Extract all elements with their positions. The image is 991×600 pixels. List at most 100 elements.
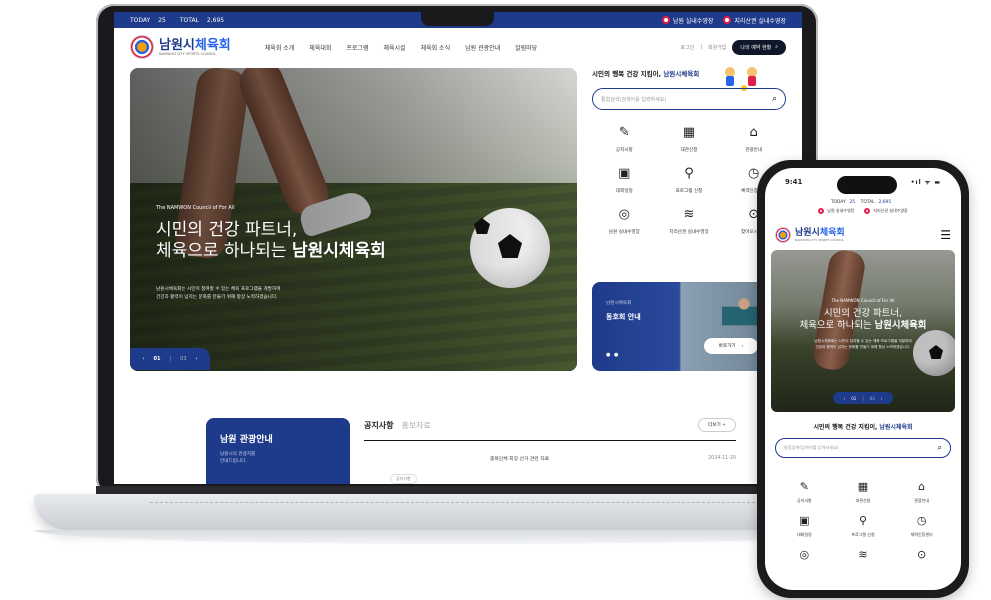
- pager-divider: |: [862, 395, 864, 401]
- phone-logo[interactable]: 남원시체육회 NAMWON CITY SPORTS COUNCIL: [795, 227, 845, 242]
- phone-jirisan-pool-link[interactable]: 지리산권 실내수영장: [864, 208, 908, 214]
- news-item-badge: 공지사항: [390, 474, 417, 484]
- nav-item-notices[interactable]: 알림마당: [515, 43, 537, 52]
- search-icon[interactable]: ⌕: [772, 94, 777, 104]
- dynamic-island: [837, 176, 897, 194]
- my-reservation-button[interactable]: 나의 예약 현황 ⌕: [732, 39, 786, 55]
- tour-icon: ⌂: [918, 479, 926, 493]
- nav-item-events[interactable]: 체육대회: [309, 43, 331, 52]
- quick-item-rental[interactable]: ▦ 대관신청: [657, 122, 722, 154]
- swim-icon: ◎: [799, 547, 810, 561]
- quick-item-tourism[interactable]: ⌂ 관광안내: [721, 122, 786, 154]
- phone-visitor-counter: TODAY 25 TOTAL 2,695: [765, 200, 961, 205]
- pool-links: 남원 실내수영장 지리산권 실내수영장: [661, 16, 786, 25]
- hero-description: 남원시체육회는 시민이 참여할 수 있는 체육 프로그램을 개발하여 건강과 활…: [156, 286, 386, 302]
- quick-item-namwon-pool[interactable]: ◎ 남원 실내수영장: [592, 204, 657, 236]
- search-icon[interactable]: ⌕: [938, 443, 942, 453]
- phone-search-placeholder: 통합검색(검색어를 입력하세요): [784, 445, 839, 450]
- phone-quick-schedule[interactable]: ▣ 대회일정: [775, 512, 834, 538]
- more-button[interactable]: 더보기 +: [698, 418, 736, 432]
- namwon-pool-link[interactable]: 남원 실내수영장: [661, 16, 713, 25]
- phone-hero-desc: 남원시체육회는 시민이 참여할 수 있는 체육 프로그램을 개발하여 건강과 활…: [781, 338, 945, 350]
- signal-wifi-battery-icon: •ıl ᯤ ▬: [910, 179, 941, 186]
- logo-text: 남원시체육회: [159, 39, 231, 52]
- phone-quick-directions[interactable]: ⊙: [892, 546, 951, 562]
- tour-icon: ⌂: [749, 124, 758, 140]
- quick-item-jirisan-pool[interactable]: ≋ 지리산권 실내수영장: [657, 204, 722, 236]
- total-value: 2,695: [206, 16, 225, 24]
- phone-next-slide-button[interactable]: ›: [881, 396, 883, 401]
- pool-icon: ≋: [683, 206, 695, 222]
- phone-quick-rental[interactable]: ▦ 대관신청: [834, 478, 893, 504]
- phone-logo-accent: 체육회: [819, 227, 845, 238]
- quick-item-label: 관광안내: [745, 148, 763, 153]
- hero-title-line2-pre: 체육으로 하나되는: [156, 241, 292, 262]
- phone-quick-title-pre: 시민의 행복 건강 지킴이,: [813, 424, 880, 431]
- promo-go-button[interactable]: 바로가기 ›: [704, 338, 758, 354]
- phone-today-value: 25: [849, 200, 856, 205]
- phone-quick-program[interactable]: ⚲ 프로그램 신청: [834, 512, 893, 538]
- phone-total-value: 2,695: [878, 200, 892, 205]
- news-list-item[interactable]: 종목단체 회장 선거 관련 자료 2024-11-20: [364, 455, 736, 462]
- quick-item-label: 대회일정: [615, 189, 633, 194]
- phone-logo-main: 남원시: [795, 227, 820, 238]
- jirisan-pool-link[interactable]: 지리산권 실내수영장: [723, 16, 786, 25]
- quick-panel-title-accent: 남원시체육회: [663, 70, 700, 78]
- phone-screen: 9:41 •ıl ᯤ ▬ TODAY 25 TOTAL 2,695 남원 실내수영장…: [765, 168, 961, 590]
- phone-pager-total: 03: [869, 395, 875, 401]
- phone-quick-tourism[interactable]: ⌂ 관광안내: [892, 478, 951, 504]
- next-slide-button[interactable]: ›: [196, 356, 198, 362]
- prev-slide-button[interactable]: ‹: [142, 356, 144, 362]
- calendar-icon: ▣: [799, 513, 810, 527]
- hero-pager: ‹ 01 | 03 ›: [130, 348, 210, 370]
- phone-search-input[interactable]: 통합검색(검색어를 입력하세요) ⌕: [775, 438, 951, 458]
- phone-namwon-pool-link[interactable]: 남원 실내수영장: [818, 208, 854, 214]
- nav-item-facilities[interactable]: 체육시설: [383, 43, 405, 52]
- phone-hero-banner: The NAMWON Council of For All 시민의 건강 파트너…: [771, 250, 955, 412]
- tour-card-desc-line2: 안내드립니다.: [220, 459, 247, 465]
- phone-quick-label: 체력인증센터: [910, 532, 933, 537]
- phone-quick-label: 프로그램 신청: [851, 532, 875, 537]
- quick-item-label: 남원 실내수영장: [608, 230, 640, 235]
- phone-quick-title: 시민의 행복 건강 지킴이, 남원시체육회: [765, 422, 961, 431]
- notice-icon: ✎: [799, 479, 809, 493]
- calendar-icon: ▣: [618, 165, 631, 181]
- phone-namwon-pool-label: 남원 실내수영장: [827, 208, 855, 213]
- news-board: 공지사항 홍보자료 더보기 + 종목단체 회장 선거 관련 자료 2024-11…: [364, 418, 736, 484]
- building-icon: ▦: [682, 124, 696, 140]
- promo-pagination-dots[interactable]: ● ●: [606, 352, 619, 358]
- hamburger-menu-icon[interactable]: ☰: [940, 228, 951, 242]
- phone-quick-fitness[interactable]: ◷ 체력인증센터: [892, 512, 951, 538]
- news-item-title: 종목단체 회장 선거 관련 자료: [490, 457, 550, 462]
- search-placeholder: 통합검색(검색어를 입력하세요): [601, 96, 667, 103]
- nav-item-tourism[interactable]: 남원 관광안내: [465, 43, 500, 52]
- join-link[interactable]: 회원가입: [708, 44, 726, 51]
- phone-quick-notice[interactable]: ✎ 공지사항: [775, 478, 834, 504]
- nav-item-programs[interactable]: 프로그램: [346, 43, 368, 52]
- building-icon: ▦: [857, 479, 869, 493]
- laptop-camera-notch: [421, 10, 494, 26]
- tour-card[interactable]: 남원 관광안내 남원시의 관광지를 안내드립니다.: [206, 418, 350, 484]
- phone-quick-label: 공지사항: [796, 498, 812, 503]
- phone-prev-slide-button[interactable]: ‹: [844, 396, 846, 401]
- site-logo[interactable]: 남원시체육회 NAMWON CITY SPORTS COUNCIL: [130, 35, 231, 59]
- quick-item-program[interactable]: ⚲ 프로그램 신청: [657, 163, 722, 195]
- quick-item-schedule[interactable]: ▣ 대회일정: [592, 163, 657, 195]
- search-input[interactable]: 통합검색(검색어를 입력하세요) ⌕: [592, 88, 786, 110]
- pool-icon: [864, 208, 871, 214]
- hero-title-line1: 시민의 건강 파트너,: [156, 220, 298, 240]
- tab-notices[interactable]: 공지사항: [364, 420, 393, 431]
- total-label: TOTAL: [179, 16, 199, 24]
- nav-item-about[interactable]: 체육회 소개: [265, 43, 295, 52]
- phone-hero-title-pre: 체육으로 하나되는: [799, 319, 875, 331]
- phone-today-label: TODAY: [830, 200, 846, 205]
- phone-logo-text: 남원시체육회: [795, 227, 845, 238]
- login-link[interactable]: 로그인: [681, 44, 695, 51]
- nav-item-news[interactable]: 체육회 소식: [421, 43, 451, 52]
- pool-icon: [818, 208, 825, 214]
- quick-item-notice[interactable]: ✎ 공지사항: [592, 122, 657, 154]
- promo-subtitle: 남원시체육회: [606, 301, 632, 306]
- phone-quick-namwon-pool[interactable]: ◎: [775, 546, 834, 562]
- phone-quick-jirisan-pool[interactable]: ≋: [834, 546, 893, 562]
- tab-press[interactable]: 홍보자료: [401, 420, 430, 431]
